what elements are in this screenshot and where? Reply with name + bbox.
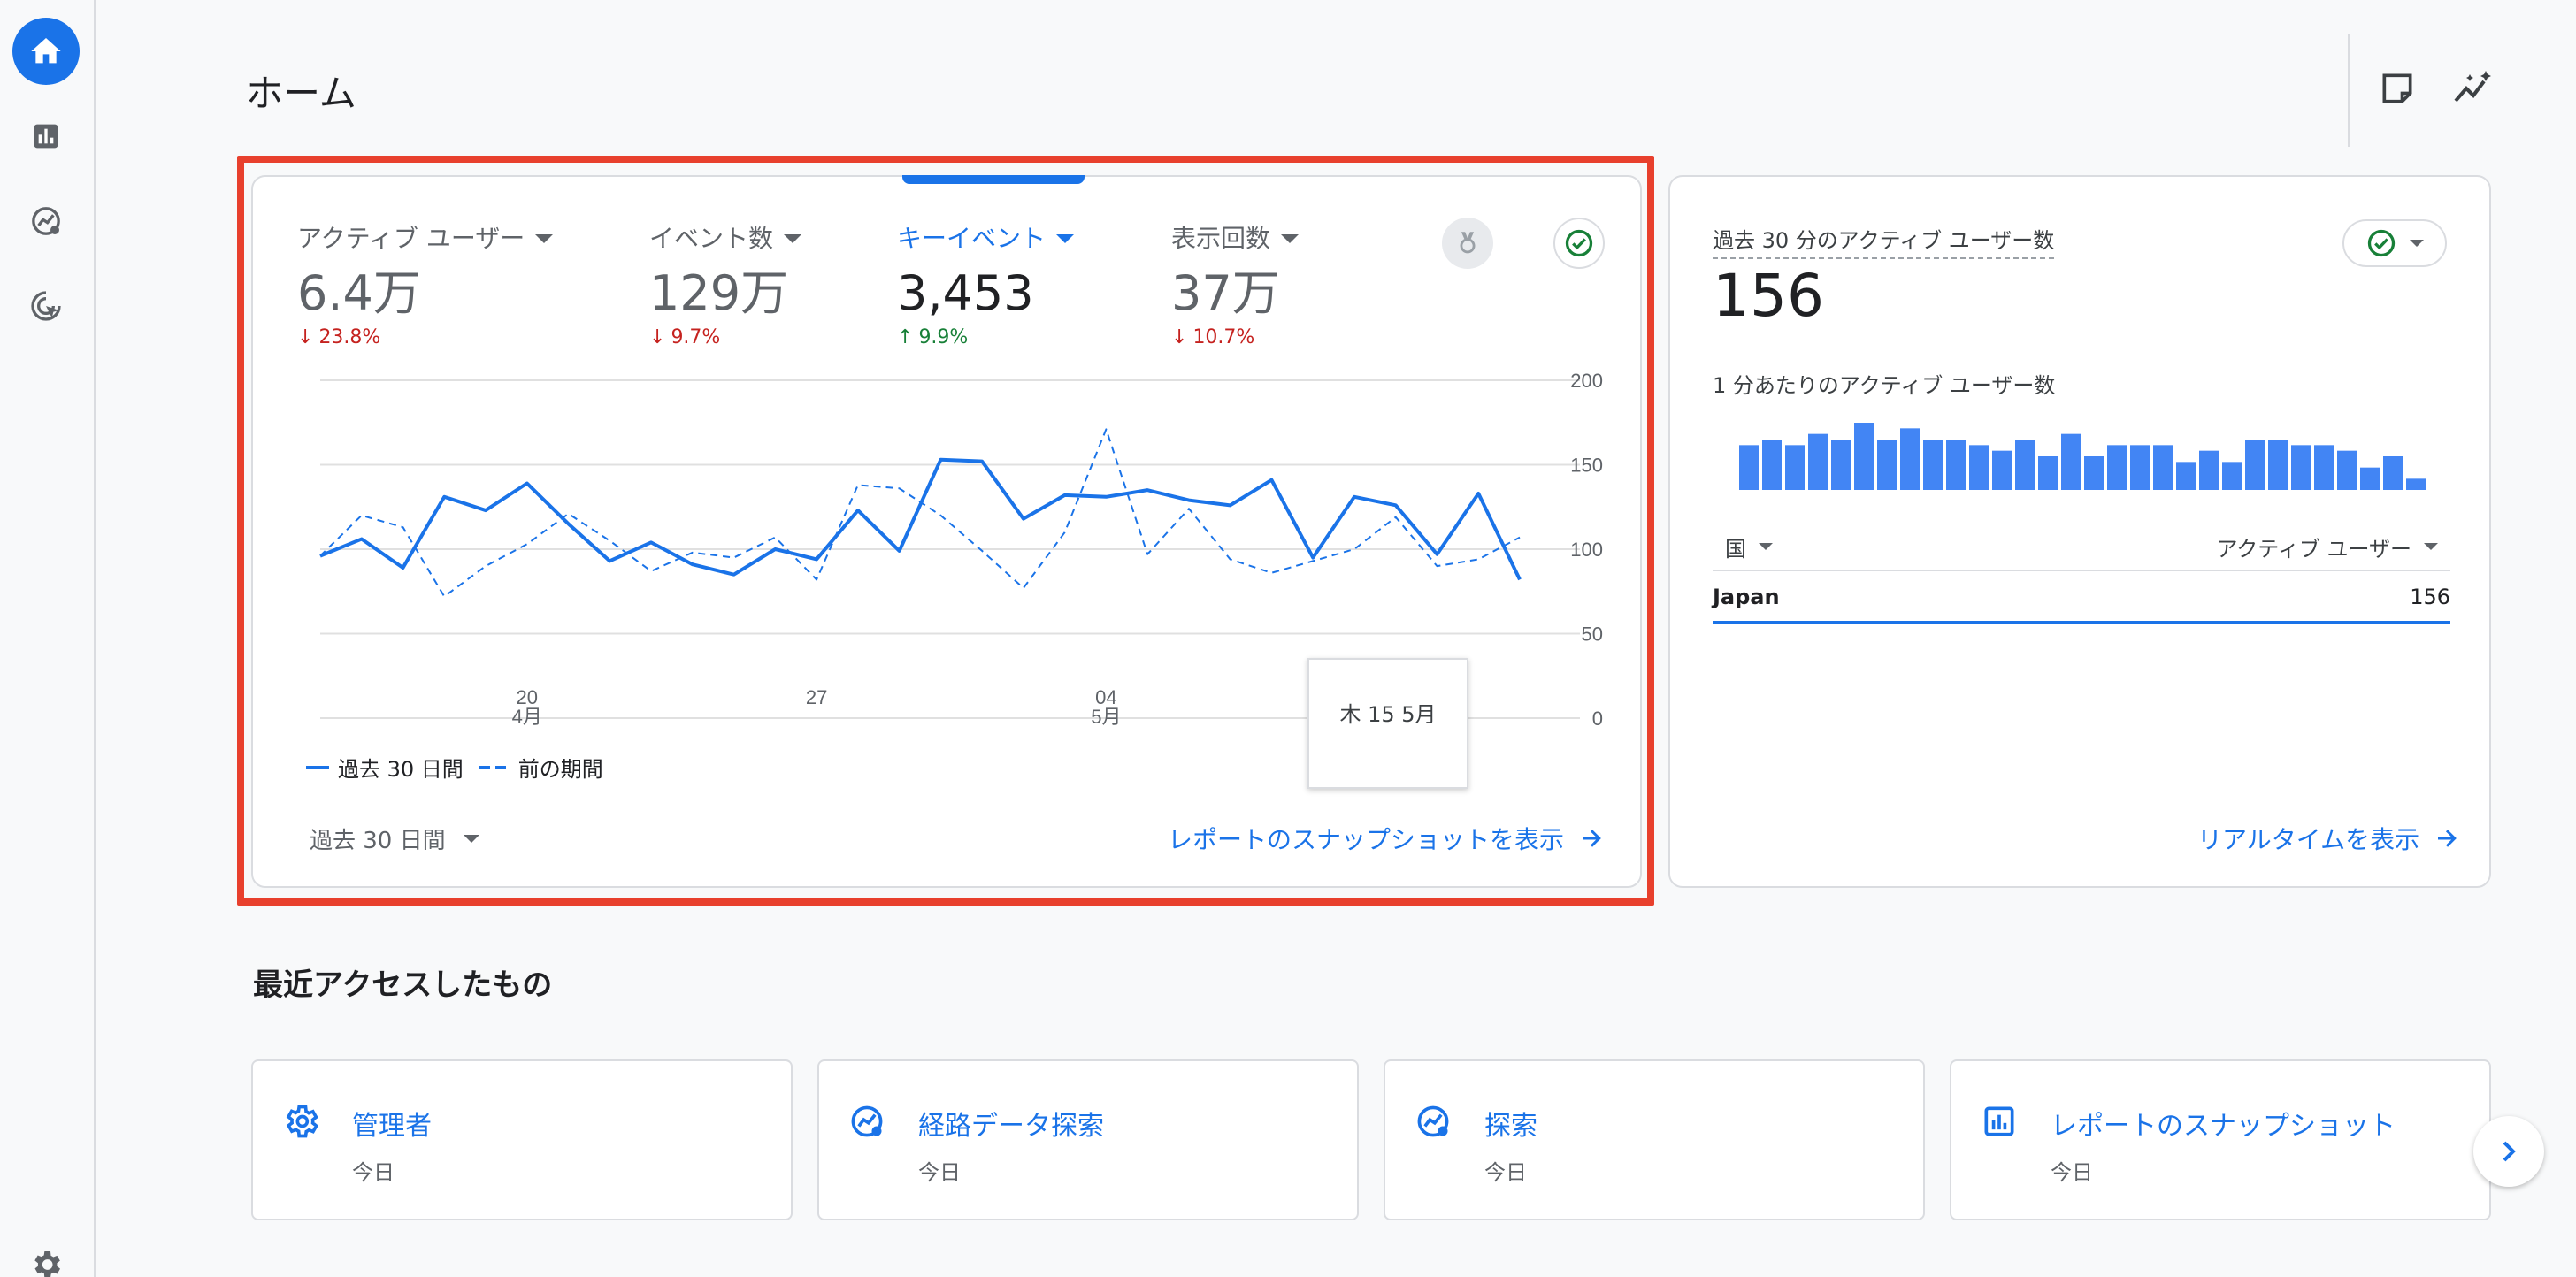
dropdown-caret-icon <box>2410 240 2424 247</box>
per-minute-bar[interactable] <box>2360 467 2380 490</box>
per-minute-bar[interactable] <box>1900 428 1920 490</box>
per-minute-bar[interactable] <box>2061 433 2081 490</box>
per-minute-bar[interactable] <box>2314 445 2334 490</box>
notes-button[interactable] <box>2376 67 2419 110</box>
gear-icon <box>286 1105 318 1138</box>
recent-item-title: レポートのスナップショット <box>2051 1111 2396 1142</box>
path-explore-icon <box>851 1105 883 1137</box>
row-users: 156 <box>2410 585 2450 609</box>
nav-advertising-button[interactable] <box>12 272 80 340</box>
home-icon <box>31 38 61 64</box>
recent-item-date: 今日 <box>918 1160 961 1185</box>
recent-item-report-snapshot[interactable]: レポートのスナップショット 今日 <box>1950 1059 2491 1220</box>
dropdown-caret-icon <box>1759 543 1773 550</box>
nav-explore-button[interactable] <box>12 187 80 255</box>
per-minute-bar[interactable] <box>2153 445 2173 490</box>
per-minute-bar[interactable] <box>2084 456 2104 490</box>
per-minute-bar[interactable] <box>1877 440 1897 490</box>
arrow-right-icon <box>2438 830 2457 847</box>
check-circle-icon <box>2367 229 2396 257</box>
per-minute-bar[interactable] <box>1808 433 1828 490</box>
nav-home-button[interactable] <box>12 18 80 85</box>
per-minute-bar[interactable] <box>2337 450 2357 490</box>
recent-item-date: 今日 <box>352 1160 395 1185</box>
left-nav-rail <box>0 0 96 1277</box>
per-minute-bar[interactable] <box>1854 423 1874 490</box>
per-minute-bar[interactable] <box>2245 440 2265 490</box>
realtime-table-header: 国 アクティブ ユーザー <box>1713 524 2450 571</box>
per-minute-bar[interactable] <box>1992 450 2012 490</box>
view-realtime-link[interactable]: リアルタイムを表示 <box>2197 821 2460 856</box>
per-minute-bar[interactable] <box>2268 440 2288 490</box>
realtime-value: 156 <box>1713 262 1824 330</box>
realtime-status-dropdown[interactable] <box>2342 219 2447 267</box>
insights-button[interactable] <box>2452 67 2495 110</box>
column-label: 国 <box>1725 536 1746 562</box>
per-minute-bar[interactable] <box>2406 478 2426 490</box>
realtime-label: 過去 30 分のアクティブ ユーザー数 <box>1713 223 2055 259</box>
recent-item-title: 経路データ探索 <box>918 1111 1104 1142</box>
column-label: アクティブ ユーザー <box>2216 536 2411 562</box>
gear-icon <box>34 1251 60 1277</box>
dropdown-caret-icon <box>2424 543 2438 550</box>
explore-icon <box>32 207 60 235</box>
recent-item-title: 探索 <box>1484 1111 1537 1142</box>
recent-item-date: 今日 <box>2051 1160 2093 1185</box>
insights-icon <box>2454 71 2491 103</box>
recent-item-explore[interactable]: 探索 今日 <box>1384 1059 1925 1220</box>
explore-icon <box>1417 1105 1449 1137</box>
view-realtime-label: リアルタイムを表示 <box>2197 825 2420 854</box>
report-icon <box>1984 1106 2014 1136</box>
column-users-dropdown[interactable]: アクティブ ユーザー <box>2216 531 2438 562</box>
per-minute-bar[interactable] <box>2038 456 2058 490</box>
page-title: ホーム <box>246 72 356 115</box>
per-minute-bar[interactable] <box>2176 462 2196 490</box>
per-minute-bar[interactable] <box>1785 445 1805 490</box>
recent-item-admin[interactable]: 管理者 今日 <box>251 1059 793 1220</box>
recent-section-title: 最近アクセスしたもの <box>253 967 553 1003</box>
nav-reports-button[interactable] <box>12 103 80 170</box>
recent-item-title: 管理者 <box>352 1111 432 1142</box>
row-country: Japan <box>1713 585 1780 609</box>
per-minute-label: 1 分あたりのアクティブ ユーザー数 <box>1713 373 2056 398</box>
recent-next-button[interactable] <box>2473 1116 2544 1187</box>
per-minute-bar-chart <box>1739 423 2426 490</box>
per-minute-bar[interactable] <box>1831 440 1851 490</box>
per-minute-bar[interactable] <box>1762 440 1782 490</box>
per-minute-bar[interactable] <box>2107 445 2127 490</box>
recent-item-path-exploration[interactable]: 経路データ探索 今日 <box>817 1059 1359 1220</box>
highlight-frame <box>237 156 1654 906</box>
per-minute-bar[interactable] <box>1969 445 1989 490</box>
bar-chart-icon <box>34 124 58 149</box>
per-minute-bar[interactable] <box>1923 440 1943 490</box>
per-minute-bar[interactable] <box>2222 462 2242 490</box>
recent-item-date: 今日 <box>1484 1160 1527 1185</box>
nav-settings-button[interactable] <box>12 1231 80 1277</box>
per-minute-bar[interactable] <box>2015 440 2035 490</box>
header-actions <box>2348 34 2495 147</box>
notes-icon <box>2382 73 2412 103</box>
per-minute-bar[interactable] <box>2291 445 2311 490</box>
per-minute-bar[interactable] <box>2130 445 2150 490</box>
column-country-dropdown[interactable]: 国 <box>1725 531 1773 562</box>
per-minute-bar[interactable] <box>2383 456 2403 490</box>
realtime-card: 過去 30 分のアクティブ ユーザー数 156 1 分あたりのアクティブ ユーザ… <box>1668 175 2491 888</box>
per-minute-bar[interactable] <box>1946 440 1966 490</box>
table-row: Japan 156 <box>1713 573 2450 624</box>
per-minute-bar[interactable] <box>2199 450 2219 490</box>
chevron-right-icon <box>2503 1141 2516 1162</box>
per-minute-bar[interactable] <box>1739 445 1759 490</box>
target-cursor-icon <box>31 291 61 321</box>
